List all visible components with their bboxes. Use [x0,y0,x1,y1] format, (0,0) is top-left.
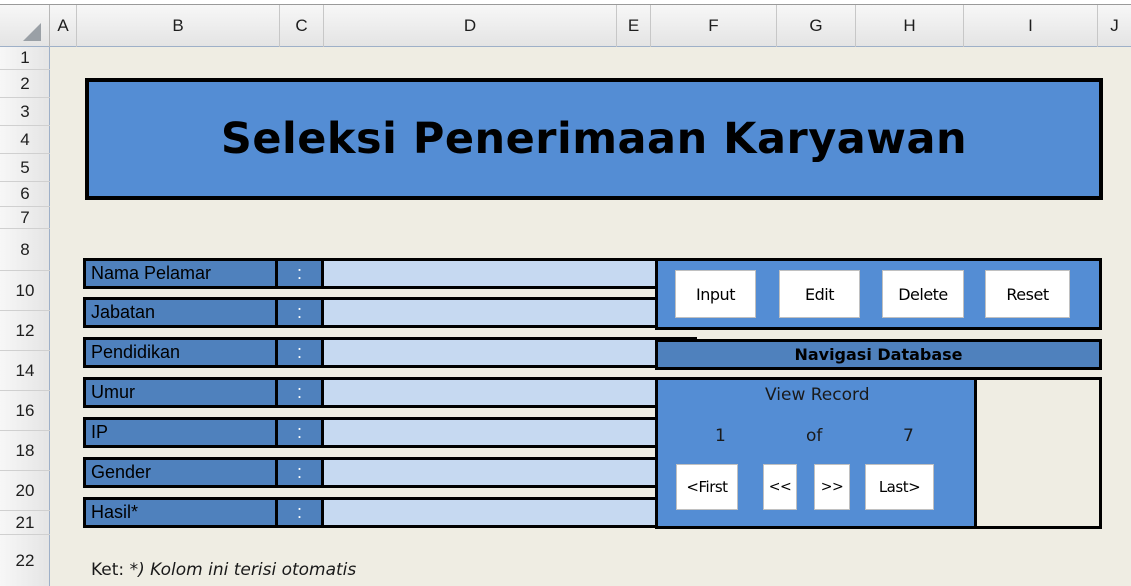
next-record-button[interactable]: >> [814,464,850,510]
select-all-triangle-icon [23,23,41,41]
gender-input[interactable] [324,457,697,488]
field-colon: : [278,457,324,488]
column-header-g[interactable]: G [777,5,856,47]
row-header-bar: 1 2 3 4 5 6 7 8 10 12 14 16 18 20 21 22 [0,47,50,586]
column-header-c[interactable]: C [280,5,324,47]
row-header-20[interactable]: 20 [0,471,50,511]
page-title: Seleksi Penerimaan Karyawan [220,114,968,164]
row-header-3[interactable]: 3 [0,98,50,126]
previous-record-button[interactable]: << [763,464,797,510]
row-header-6[interactable]: 6 [0,182,50,207]
row-header-2[interactable]: 2 [0,70,50,98]
row-header-1[interactable]: 1 [0,47,50,70]
field-label: IP [83,417,278,448]
field-colon: : [278,297,324,328]
edit-button[interactable]: Edit [779,270,860,318]
nav-side-cell [974,377,1102,529]
first-record-button[interactable]: <First [676,464,738,510]
ip-input[interactable] [324,417,697,448]
row-header-21[interactable]: 21 [0,511,50,535]
last-record-button[interactable]: Last> [865,464,934,510]
umur-input[interactable] [324,377,697,408]
row-header-18[interactable]: 18 [0,431,50,471]
column-header-j[interactable]: J [1098,5,1131,47]
row-header-12[interactable]: 12 [0,311,50,351]
current-record: 1 [715,426,726,446]
field-label: Gender [83,457,278,488]
column-header-a[interactable]: A [50,5,77,47]
footnote-prefix: Ket: [91,560,130,580]
column-header-f[interactable]: F [651,5,777,47]
nama-pelamar-input[interactable] [324,258,697,289]
total-records: 7 [903,426,914,446]
input-button[interactable]: Input [675,270,756,318]
jabatan-input[interactable] [324,297,697,328]
reset-button[interactable]: Reset [985,270,1070,318]
nav-database-header: Navigasi Database [655,339,1102,370]
row-header-8[interactable]: 8 [0,229,50,271]
field-colon: : [278,497,324,528]
title-banner: Seleksi Penerimaan Karyawan [85,78,1103,200]
field-label: Umur [83,377,278,408]
view-record-label: View Record [765,385,870,405]
of-label: of [806,426,823,446]
field-colon: : [278,417,324,448]
delete-button[interactable]: Delete [882,270,964,318]
row-header-4[interactable]: 4 [0,126,50,154]
nav-panel: View Record 1 of 7 <First << >> Last> [655,377,977,529]
row-header-14[interactable]: 14 [0,351,50,391]
row-header-7[interactable]: 7 [0,207,50,229]
row-header-10[interactable]: 10 [0,271,50,311]
column-header-d[interactable]: D [324,5,617,47]
field-colon: : [278,337,324,368]
column-header-i[interactable]: I [964,5,1098,47]
column-header-e[interactable]: E [617,5,651,47]
footnote: Ket: *) Kolom ini terisi otomatis [91,560,356,580]
field-label: Pendidikan [83,337,278,368]
pendidikan-input[interactable] [324,337,697,368]
action-button-panel: Input Edit Delete Reset [655,258,1102,330]
field-label: Nama Pelamar [83,258,278,289]
hasil-value: 0 [324,497,697,528]
select-all-corner[interactable] [0,5,50,47]
field-colon: : [278,258,324,289]
column-header-h[interactable]: H [856,5,964,47]
row-header-22[interactable]: 22 [0,535,50,586]
field-colon: : [278,377,324,408]
footnote-text: *) Kolom ini terisi otomatis [129,560,357,580]
field-label: Hasil* [83,497,278,528]
column-header-b[interactable]: B [77,5,280,47]
row-header-5[interactable]: 5 [0,154,50,182]
field-label: Jabatan [83,297,278,328]
row-header-16[interactable]: 16 [0,391,50,431]
